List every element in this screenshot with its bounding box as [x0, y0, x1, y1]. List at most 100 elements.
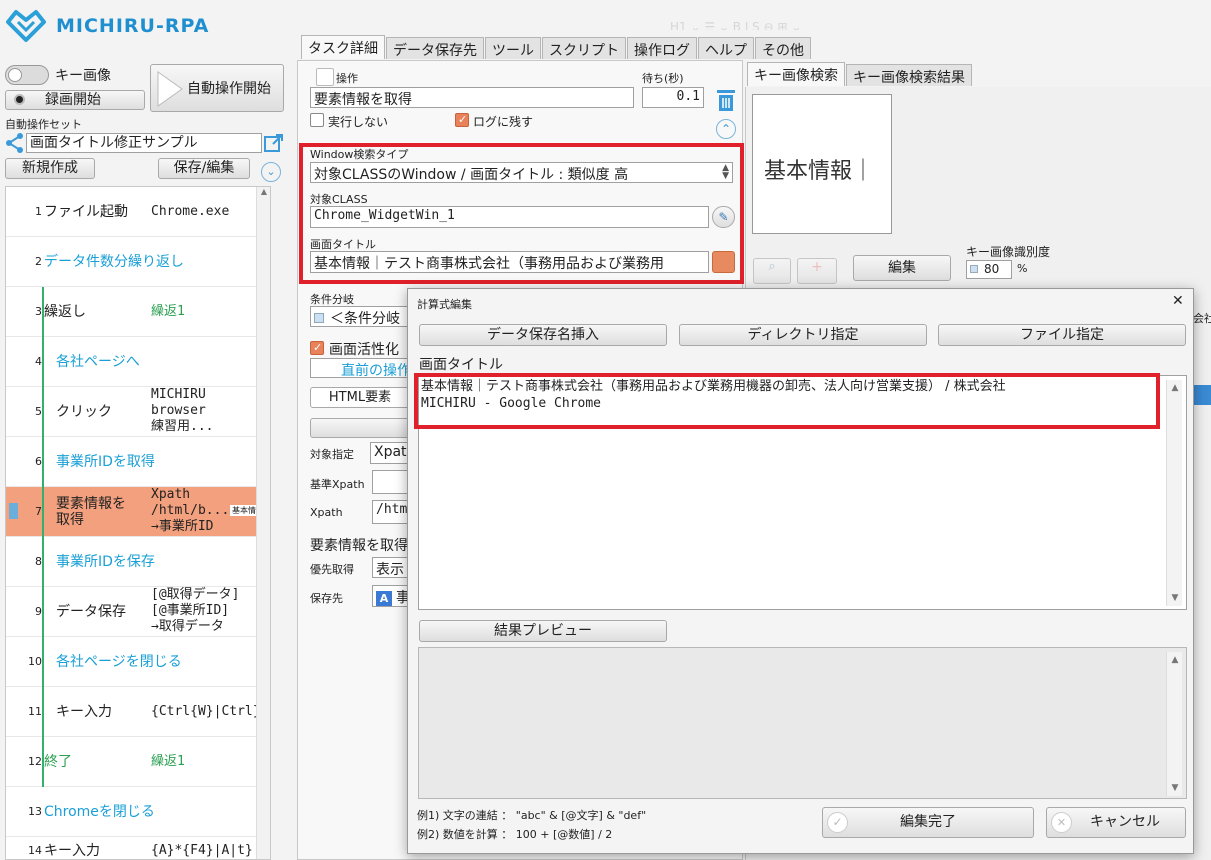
task-row-4[interactable]: 4 各社ページへ: [6, 337, 270, 387]
set-name-field[interactable]: 画面タイトル修正サンプル: [26, 133, 262, 153]
key-image-toggle[interactable]: [5, 65, 49, 85]
tab-key-image-search[interactable]: キー画像検索: [747, 62, 845, 86]
key-image-tabs[interactable]: キー画像検索 キー画像検索結果: [747, 62, 973, 86]
task-name: キー入力: [56, 704, 112, 720]
cancel-button[interactable]: ✕ キャンセル: [1046, 807, 1186, 838]
activate-label: 画面活性化: [329, 342, 399, 358]
formula-scrollbar[interactable]: ▲ ▼: [1166, 380, 1182, 606]
no-exec-label: 実行しない: [328, 115, 389, 129]
task-name: 事業所IDを取得: [56, 454, 155, 470]
task-row-3[interactable]: 3 繰返し 繰返1: [6, 287, 270, 337]
key-image-label: キー画像: [55, 68, 111, 84]
base-xpath-field[interactable]: [372, 470, 410, 494]
task-name: 各社ページを閉じる: [56, 654, 182, 670]
trash-icon[interactable]: [715, 88, 737, 112]
condition-value: ＜条件分岐: [330, 311, 400, 327]
task-row-8[interactable]: 8 事業所IDを保存: [6, 537, 270, 587]
wait-field[interactable]: 0.1: [642, 87, 704, 108]
prev-op-field[interactable]: 直前の操作: [310, 358, 410, 378]
ok-button[interactable]: ✓ 編集完了: [822, 807, 1034, 838]
hidden-button[interactable]: [310, 418, 410, 438]
tab-task-detail[interactable]: タスク詳細: [301, 35, 385, 59]
key-image-preview: 基本情報｜: [752, 94, 892, 234]
task-row-9[interactable]: 9 データ保存 [@取得データ] [@事業所ID] →取得データ: [6, 587, 270, 637]
task-name: クリック: [56, 404, 112, 420]
edit-button[interactable]: 編集: [853, 255, 951, 281]
share-icon: [6, 133, 23, 153]
zoom-button[interactable]: ⌕: [753, 258, 791, 284]
task-row-7[interactable]: 7 要素情報を 取得 Xpath/html/b... →事業所ID 基本情報｜: [6, 487, 270, 537]
tab-key-image-result[interactable]: キー画像検索結果: [846, 64, 972, 86]
accuracy-field[interactable]: 80: [966, 260, 1012, 279]
record-label: 録画開始: [45, 92, 101, 108]
task-name: ファイル起動: [44, 204, 128, 220]
task-row-2[interactable]: 2 データ件数分繰り返し: [6, 237, 270, 287]
priority-label: 優先取得: [310, 563, 354, 576]
task-name: データ保存: [56, 604, 126, 620]
target-spec-select[interactable]: Xpat: [370, 442, 410, 464]
example-2: 例2) 数値を計算 ： 100 + [@数値] / 2: [417, 828, 613, 841]
add-button[interactable]: +: [797, 258, 837, 284]
tab-help[interactable]: ヘルプ: [698, 37, 754, 59]
task-row-11[interactable]: 11 キー入力 {Ctrl{W}|Ctrl}: [6, 687, 270, 737]
tab-other[interactable]: その他: [755, 37, 811, 59]
auto-start-label: 自動操作開始: [187, 81, 271, 97]
close-icon[interactable]: ✕: [1172, 293, 1184, 309]
task-name: Chromeを閉じる: [44, 804, 155, 820]
tab-operation-log[interactable]: 操作ログ: [627, 37, 697, 59]
xpath-field[interactable]: /htm: [372, 500, 410, 524]
condition-select[interactable]: ＜条件分岐: [310, 306, 410, 327]
save-edit-button[interactable]: 保存/編集: [158, 158, 250, 179]
auto-start-button[interactable]: 自動操作開始: [150, 64, 284, 112]
collapse-icon[interactable]: ⌄: [261, 162, 281, 182]
operation-field[interactable]: 要素情報を取得: [310, 87, 634, 108]
task-row-1[interactable]: 1 ファイル起動 Chrome.exe: [6, 187, 270, 237]
highlight-window-settings: [299, 143, 744, 284]
dialog-title: 計算式編集: [417, 298, 472, 311]
accuracy-value: 80: [984, 262, 1000, 276]
activate-checkbox[interactable]: [310, 341, 324, 355]
task-list[interactable]: 1 ファイル起動 Chrome.exe 2 データ件数分繰り返し 3 繰返し 繰返1 4各…: [5, 186, 271, 860]
new-button[interactable]: 新規作成: [5, 158, 95, 179]
behind-text: 会社: [1193, 312, 1211, 325]
base-xpath-label: 基準Xpath: [310, 478, 365, 491]
xpath-label: Xpath: [310, 506, 343, 519]
collapse-up-icon[interactable]: ⌃: [716, 119, 736, 139]
cancel-label: キャンセル: [1090, 814, 1160, 830]
insert-data-button[interactable]: データ保存名挿入: [419, 324, 667, 346]
set-label: 自動操作セット: [5, 118, 82, 131]
task-row-5[interactable]: 5 クリック MICHIRU browser 練習用...: [6, 387, 270, 437]
preview-button[interactable]: 結果プレビュー: [419, 620, 667, 642]
tab-tools[interactable]: ツール: [485, 37, 541, 59]
no-exec-checkbox[interactable]: [310, 113, 324, 127]
accuracy-label: キー画像識別度: [966, 245, 1051, 259]
tab-script[interactable]: スクリプト: [542, 37, 626, 59]
task-row-13[interactable]: 13 Chromeを閉じる: [6, 787, 270, 837]
operation-label: 操作: [336, 72, 358, 85]
external-link-icon[interactable]: [264, 133, 284, 153]
save-to-select[interactable]: A事: [372, 585, 410, 607]
priority-select[interactable]: 表示: [372, 557, 410, 578]
tab-data-save[interactable]: データ保存先: [386, 37, 484, 59]
log-checkbox[interactable]: [455, 113, 469, 127]
text-type-icon: A: [376, 591, 392, 606]
preview-scrollbar[interactable]: ▲ ▼: [1166, 652, 1182, 796]
task-row-6[interactable]: 6 事業所IDを取得: [6, 437, 270, 487]
directory-button[interactable]: ディレクトリ指定: [679, 324, 927, 346]
task-name: データ件数分繰り返し: [44, 254, 184, 270]
operation-checkbox[interactable]: [316, 68, 334, 86]
record-button[interactable]: 録画開始: [5, 90, 145, 110]
task-name: 繰返し: [44, 304, 86, 320]
task-list-scrollbar[interactable]: ▲: [256, 187, 270, 859]
task-name: 事業所IDを保存: [56, 554, 155, 570]
task-row-12[interactable]: 12 終了 繰返1: [6, 737, 270, 787]
task-row-14[interactable]: 14 キー入力 {A}*{F4}|A|t}: [6, 837, 270, 859]
task-row-10[interactable]: 10 各社ページを閉じる: [6, 637, 270, 687]
file-button[interactable]: ファイル指定: [938, 324, 1186, 346]
html-elem-button[interactable]: HTML要素: [310, 387, 410, 408]
example-1: 例1) 文字の連結 ： "abc" & [@文字] & "def": [417, 809, 647, 822]
logo-text: MICHIRU-RPA: [56, 15, 210, 37]
ok-label: 編集完了: [900, 814, 956, 830]
task-name: キー入力: [44, 843, 100, 859]
main-tabs[interactable]: タスク詳細 データ保存先 ツール スクリプト 操作ログ ヘルプ その他: [301, 35, 812, 59]
